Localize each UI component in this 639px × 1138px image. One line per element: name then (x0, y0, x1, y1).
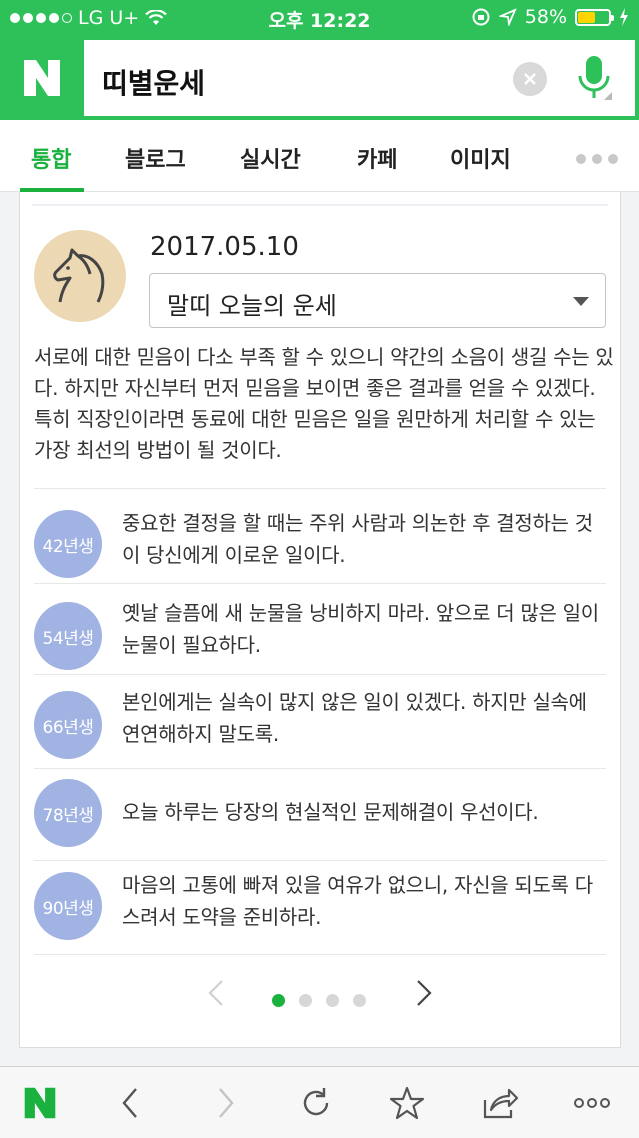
card-top-divider (32, 204, 608, 206)
search-tabs: 통합 블로그 실시간 카페 이미지 (0, 120, 639, 192)
search-header: 띠별운세 (0, 36, 639, 120)
page-dot[interactable] (353, 994, 366, 1007)
status-right: 58% (471, 6, 629, 28)
tab-realtime[interactable]: 실시간 (240, 142, 301, 174)
year-row-42: 42년생 중요한 결정을 할 때는 주위 사람과 의논한 후 결정하는 것이 당… (34, 504, 606, 580)
divider (34, 488, 606, 489)
card-pager (20, 956, 622, 1026)
divider (34, 583, 606, 584)
year-badge: 66년생 (34, 691, 102, 759)
more-icon (574, 1098, 610, 1108)
divider (34, 768, 606, 769)
zodiac-avatar (34, 230, 126, 322)
year-fortune-text: 본인에게는 실속이 많지 않은 일이 있겠다. 하지만 실속에 연연해하지 말도… (122, 690, 587, 746)
forward-icon (219, 1088, 234, 1118)
refresh-button[interactable] (296, 1083, 336, 1123)
home-button[interactable] (20, 1083, 60, 1123)
bookmark-star-icon (389, 1086, 425, 1120)
horse-icon (53, 248, 105, 303)
battery-percent: 58% (524, 6, 567, 28)
tab-cafe[interactable]: 카페 (357, 142, 397, 174)
back-button[interactable] (110, 1083, 150, 1123)
year-fortune-text: 오늘 하루는 당장의 현실적인 문제해결이 우선이다. (122, 800, 539, 824)
charging-bolt-icon (620, 8, 628, 26)
divider (34, 860, 606, 861)
location-arrow-icon (498, 8, 517, 26)
tab-blog[interactable]: 블로그 (125, 142, 186, 174)
voice-search-button[interactable] (574, 54, 614, 104)
naver-n-icon (24, 1087, 56, 1119)
divider (34, 954, 606, 955)
chevron-down-icon (573, 297, 589, 306)
fortune-summary: 서로에 대한 믿음이 다소 부족 할 수 있으니 약간의 소음이 생길 수는 있… (34, 345, 614, 462)
naver-n-icon (24, 60, 60, 96)
fortune-date: 2017.05.10 (150, 232, 299, 262)
year-row-66: 66년생 본인에게는 실속이 많지 않은 일이 있겠다. 하지만 실속에 연연해… (34, 686, 606, 762)
year-row-90: 90년생 마음의 고통에 빠져 있을 여유가 없으니, 자신을 되도록 다스려서… (34, 870, 606, 946)
year-badge: 54년생 (34, 602, 102, 670)
share-button[interactable] (480, 1083, 520, 1123)
search-input[interactable]: 띠별운세 (84, 40, 635, 116)
zodiac-select[interactable]: 말띠 오늘의 운세 (149, 273, 606, 328)
naver-logo[interactable] (0, 36, 84, 120)
page-dot[interactable] (299, 994, 312, 1007)
year-row-54: 54년생 옛날 슬픔에 새 눈물을 낭비하지 마라. 앞으로 더 많은 일이 눈… (34, 596, 606, 672)
divider (34, 674, 606, 675)
refresh-icon (303, 1088, 329, 1116)
year-fortune-text: 중요한 결정을 할 때는 주위 사람과 의논한 후 결정하는 것이 당신에게 이… (122, 511, 593, 567)
previous-page-button[interactable] (204, 978, 228, 1008)
tab-image[interactable]: 이미지 (450, 142, 511, 174)
year-badge: 78년생 (34, 779, 102, 847)
microphone-icon (578, 56, 612, 100)
year-fortune-text: 옛날 슬픔에 새 눈물을 낭비하지 마라. 앞으로 더 많은 일이 눈물이 필요… (122, 601, 599, 657)
status-bar: LG U+ 오후 12:22 58% (0, 0, 639, 36)
next-page-button[interactable] (412, 978, 436, 1008)
browser-toolbar (0, 1066, 639, 1138)
clear-search-button[interactable] (513, 62, 547, 96)
page-indicator (272, 994, 366, 1007)
back-icon (122, 1088, 137, 1118)
bookmark-button[interactable] (387, 1083, 427, 1123)
more-button[interactable] (572, 1083, 612, 1123)
zodiac-select-value: 말띠 오늘의 운세 (167, 292, 337, 320)
close-icon (524, 73, 536, 85)
share-icon (483, 1088, 519, 1119)
page-dot[interactable] (326, 994, 339, 1007)
fortune-card: 2017.05.10 말띠 오늘의 운세 서로에 대한 믿음이 다소 부족 할 … (19, 192, 621, 1048)
year-badge: 42년생 (34, 510, 102, 578)
search-query[interactable]: 띠별운세 (102, 62, 205, 102)
orientation-lock-icon (472, 8, 490, 26)
page-dot[interactable] (272, 994, 285, 1007)
year-row-78: 78년생 오늘 하루는 당장의 현실적인 문제해결이 우선이다. (34, 778, 606, 854)
forward-button[interactable] (206, 1083, 246, 1123)
battery-icon (575, 8, 614, 26)
tab-more-button[interactable] (576, 154, 618, 164)
year-fortune-text: 마음의 고통에 빠져 있을 여유가 없으니, 자신을 되도록 다스려서 도약을 … (122, 873, 593, 929)
year-badge: 90년생 (34, 872, 102, 940)
tab-integrated[interactable]: 통합 (31, 142, 71, 174)
